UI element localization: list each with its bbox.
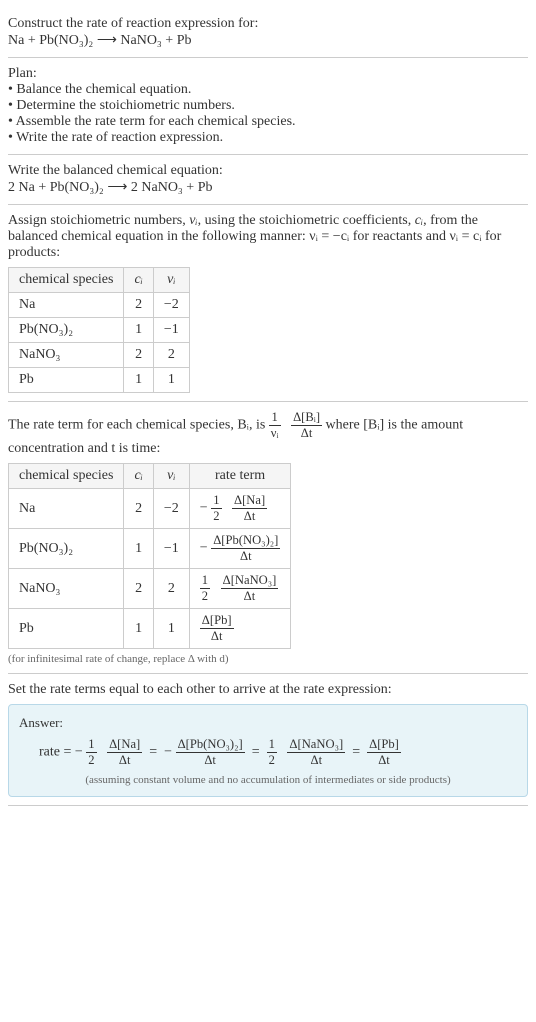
rate-term-cell: − 12 Δ[Na]Δt — [189, 489, 291, 529]
plan-heading: Plan: — [8, 66, 528, 82]
rateterm-table: chemical species cᵢ νᵢ rate term Na 2 −2… — [8, 463, 291, 649]
col-vi: νᵢ — [153, 268, 189, 293]
balanced-heading: Write the balanced chemical equation: — [8, 163, 528, 179]
stoich-section: Assign stoichiometric numbers, νᵢ, using… — [8, 205, 528, 402]
plan-item: • Balance the chemical equation. — [8, 82, 528, 98]
table-header-row: chemical species cᵢ νᵢ — [9, 268, 190, 293]
table-row: NaNO₃ 2 2 12 Δ[NaNO₃]Δt — [9, 569, 291, 609]
balanced-equation: 2 Na + Pb(NO₃)₂ ⟶ 2 NaNO₃ + Pb — [8, 179, 528, 196]
plan-item: • Determine the stoichiometric numbers. — [8, 98, 528, 114]
rateterm-note: (for infinitesimal rate of change, repla… — [8, 653, 528, 665]
rate-term-cell: 12 Δ[NaNO₃]Δt — [189, 569, 291, 609]
frac-one-over-vi: 1νᵢ — [269, 410, 281, 441]
table-row: Pb(NO₃)₂ 1 −1 − Δ[Pb(NO₃)₂]Δt — [9, 529, 291, 569]
table-row: NaNO₃22 — [9, 343, 190, 368]
rate-term-cell: Δ[Pb]Δt — [189, 609, 291, 649]
table-row: Pb(NO₃)₂1−1 — [9, 318, 190, 343]
table-row: Pb 1 1 Δ[Pb]Δt — [9, 609, 291, 649]
plan-section: Plan: • Balance the chemical equation. •… — [8, 58, 528, 155]
question-prompt: Construct the rate of reaction expressio… — [8, 16, 528, 32]
rateterm-heading: The rate term for each chemical species,… — [8, 410, 528, 457]
setequal-heading: Set the rate terms equal to each other t… — [8, 682, 528, 698]
rateterm-section: The rate term for each chemical species,… — [8, 402, 528, 674]
answer-note: (assuming constant volume and no accumul… — [19, 774, 517, 786]
frac-delta-bi: Δ[Bᵢ]Δt — [291, 410, 322, 441]
col-vi: νᵢ — [153, 464, 189, 489]
answer-label: Answer: — [19, 715, 517, 731]
question-section: Construct the rate of reaction expressio… — [8, 8, 528, 58]
col-species: chemical species — [9, 464, 124, 489]
answer-box: Answer: rate = − 12 Δ[Na]Δt = − Δ[Pb(NO₃… — [8, 704, 528, 797]
table-row: Na 2 −2 − 12 Δ[Na]Δt — [9, 489, 291, 529]
question-equation: Na + Pb(NO₃)₂ ⟶ NaNO₃ + Pb — [8, 32, 528, 49]
stoich-table: chemical species cᵢ νᵢ Na2−2 Pb(NO₃)₂1−1… — [8, 267, 190, 393]
plan-item: • Write the rate of reaction expression. — [8, 130, 528, 146]
rate-term-cell: − Δ[Pb(NO₃)₂]Δt — [189, 529, 291, 569]
col-rateterm: rate term — [189, 464, 291, 489]
rate-expression: rate = − 12 Δ[Na]Δt = − Δ[Pb(NO₃)₂]Δt = … — [19, 737, 517, 768]
col-species: chemical species — [9, 268, 124, 293]
plan-item: • Assemble the rate term for each chemic… — [8, 114, 528, 130]
col-ci: cᵢ — [124, 268, 153, 293]
table-row: Pb11 — [9, 368, 190, 393]
stoich-heading: Assign stoichiometric numbers, νᵢ, using… — [8, 213, 528, 261]
answer-section: Set the rate terms equal to each other t… — [8, 674, 528, 806]
table-row: Na2−2 — [9, 293, 190, 318]
balanced-section: Write the balanced chemical equation: 2 … — [8, 155, 528, 205]
col-ci: cᵢ — [124, 464, 153, 489]
table-header-row: chemical species cᵢ νᵢ rate term — [9, 464, 291, 489]
